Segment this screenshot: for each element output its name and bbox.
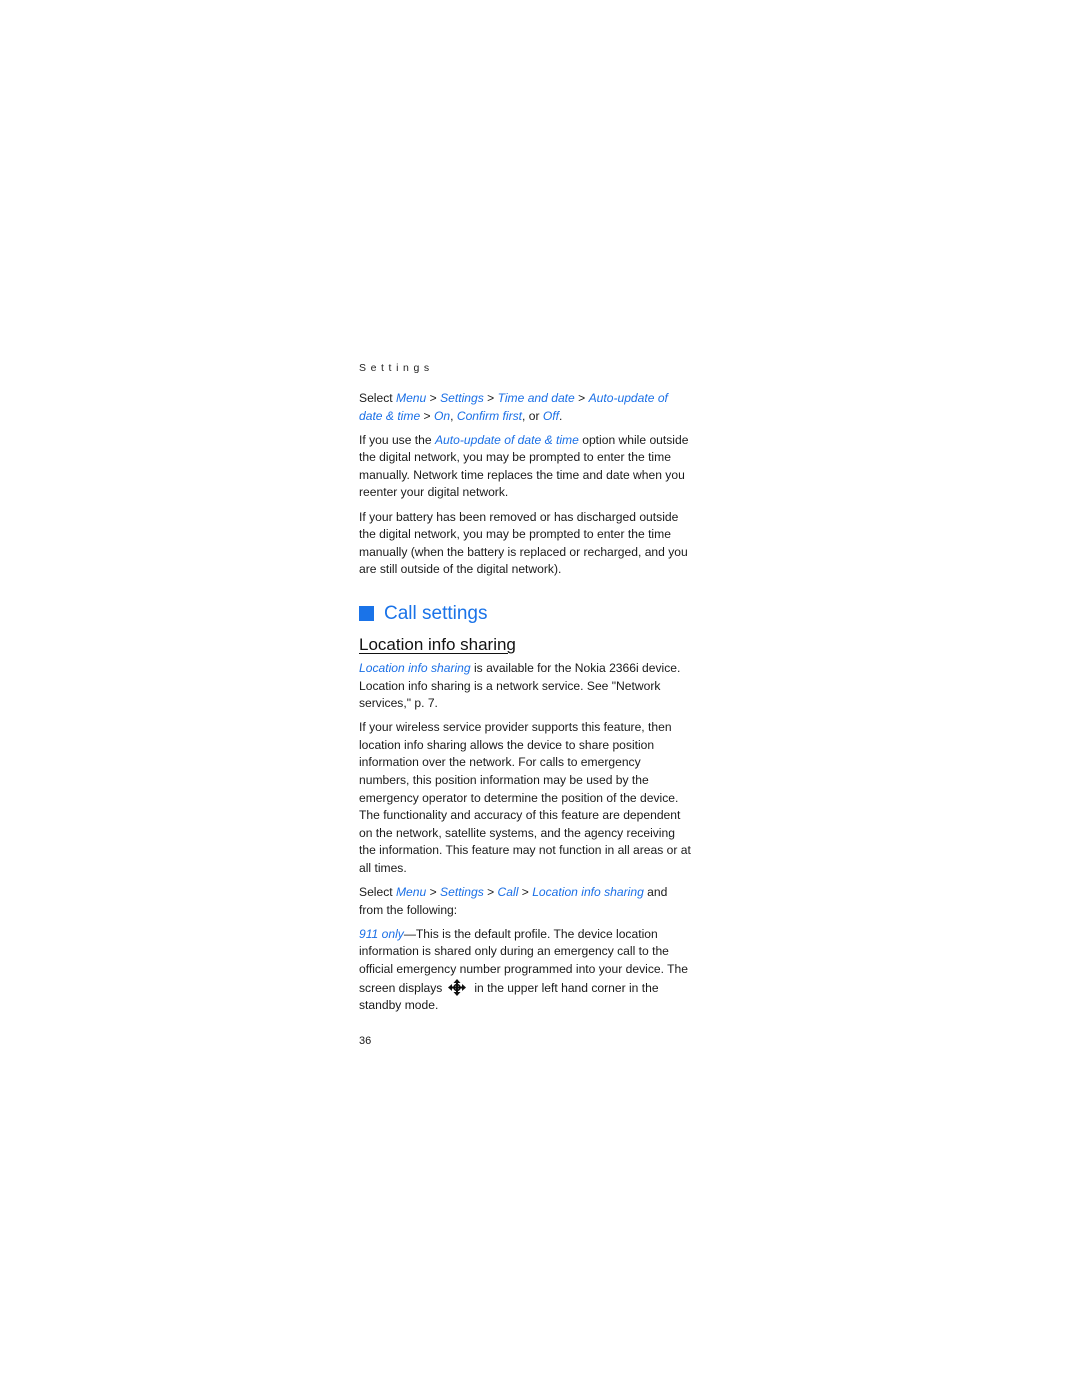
call-settings-title: Call settings [384,602,488,624]
or-text: , or [522,408,543,423]
separator: > [420,408,434,423]
call-link[interactable]: Call [498,885,519,899]
menu-link[interactable]: Menu [396,391,426,405]
confirm-first-link[interactable]: Confirm first [457,409,522,423]
heading-square-icon [359,606,374,622]
auto-update-paragraph: If you use the Auto-update of date & tim… [359,432,691,502]
separator: > [426,391,441,405]
separator: > [426,885,441,900]
running-header: Settings [359,362,434,374]
on-link[interactable]: On [434,409,450,423]
separator: > [574,391,589,405]
text-select: Select [359,885,396,900]
time-auto-path: Select Menu > Settings > Time and date >… [359,390,691,425]
time-and-date-link[interactable]: Time and date [498,391,575,405]
menu-link[interactable]: Menu [396,885,426,899]
wireless-paragraph: If your wireless service provider suppor… [359,720,691,875]
location-info-sharing-link[interactable]: Location info sharing [532,885,644,899]
separator: > [518,885,533,900]
location-intro-paragraph: Location info sharing is available for t… [359,660,691,713]
text: If you use the [359,432,435,447]
battery-paragraph: If your battery has been removed or has … [359,509,688,577]
location-crosshair-icon [446,978,468,996]
option-911-paragraph: 911 only—This is the default profile. Th… [359,926,691,1015]
select-call-path: Select Menu > Settings > Call > Location… [359,884,691,919]
document-page: Settings Select Menu > Settings > Time a… [359,362,691,1047]
comma: , [450,408,457,423]
separator: > [483,885,498,900]
location-info-sharing-link[interactable]: Location info sharing [359,661,471,675]
settings-link[interactable]: Settings [440,885,484,899]
call-settings-heading: Call settings [359,603,691,625]
page-number: 36 [359,1034,372,1047]
location-info-sharing-heading: Location info sharing [359,634,516,654]
text-select: Select [359,391,393,405]
off-link[interactable]: Off [543,409,559,423]
auto-update-inline-link[interactable]: Auto-update of date & time [435,433,579,447]
period: . [559,408,563,423]
separator: > [483,391,498,405]
911-only-link[interactable]: 911 only [359,927,404,941]
settings-link[interactable]: Settings [440,391,484,405]
